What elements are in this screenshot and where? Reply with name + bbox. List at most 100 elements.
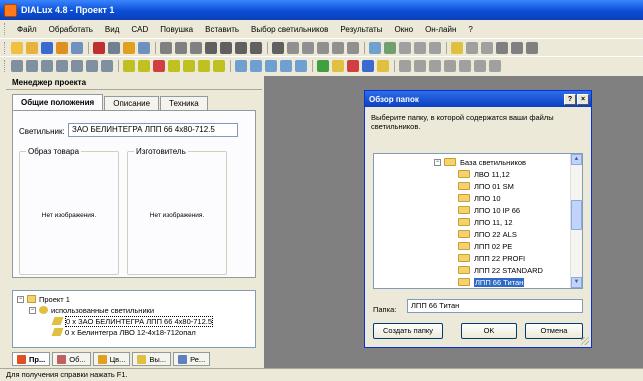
menu-pick[interactable]: Повушка (154, 25, 199, 34)
tb1-button-icon[interactable] (384, 41, 396, 54)
tb2-button-icon[interactable] (295, 59, 307, 72)
tb2-button-icon[interactable] (11, 59, 23, 72)
tb2-button-icon[interactable] (474, 59, 486, 72)
btab-colors[interactable]: Цв... (92, 352, 131, 366)
tb1-button-icon[interactable] (347, 41, 359, 54)
tb1-button-icon[interactable] (429, 41, 441, 54)
tb1-button-icon[interactable] (496, 41, 508, 54)
scroll-thumb[interactable] (571, 200, 582, 230)
new-folder-button[interactable]: Создать папку (373, 323, 443, 339)
folder-item[interactable]: ЛПП 22 STANDARD (458, 264, 543, 276)
tb1-button-icon[interactable] (56, 41, 68, 54)
tb2-button-icon[interactable] (489, 59, 501, 72)
tb2-button-icon[interactable] (459, 59, 471, 72)
tb1-button-icon[interactable] (93, 41, 105, 54)
resize-grip[interactable] (581, 337, 589, 345)
luminaire-field[interactable]: ЗАО БЕЛИНТЕГРА ЛПП 66 4x80-712.5 (68, 123, 238, 137)
folder-tree[interactable]: − База светильников ЛВО 11,12 ЛПО 01 SM … (373, 153, 583, 289)
tb2-button-icon[interactable] (414, 59, 426, 72)
tb2-button-icon[interactable] (444, 59, 456, 72)
menu-online[interactable]: Он-лайн (419, 25, 462, 34)
menu-file[interactable]: Файл (11, 25, 43, 34)
tb2-button-icon[interactable] (250, 59, 262, 72)
tb1-button-icon[interactable] (302, 41, 314, 54)
menu-results[interactable]: Результаты (334, 25, 388, 34)
tb1-button-icon[interactable] (526, 41, 538, 54)
folder-item[interactable]: ЛПО 11, 12 (458, 216, 513, 228)
tb2-button-icon[interactable] (198, 59, 210, 72)
tree-expander[interactable]: − (17, 295, 24, 303)
tb1-button-icon[interactable] (175, 41, 187, 54)
project-tree[interactable]: − Проект 1 − использованные светильники … (12, 290, 256, 348)
tb2-button-icon[interactable] (41, 59, 53, 72)
tb2-button-icon[interactable] (317, 59, 329, 72)
tb1-button-icon[interactable] (41, 41, 53, 54)
tb1-button-icon[interactable] (332, 41, 344, 54)
tb1-button-icon[interactable] (466, 41, 478, 54)
tb1-button-icon[interactable] (220, 41, 232, 54)
btab-results[interactable]: Ре... (173, 352, 211, 366)
menu-view[interactable]: Вид (99, 25, 125, 34)
tb1-button-icon[interactable] (399, 41, 411, 54)
tb1-button-icon[interactable] (138, 41, 150, 54)
tree-item-project[interactable]: − Проект 1 (17, 294, 70, 304)
tb2-button-icon[interactable] (168, 59, 180, 72)
tb1-button-icon[interactable] (108, 41, 120, 54)
btab-luminaire-selection[interactable]: Вы... (132, 352, 172, 366)
tb2-button-icon[interactable] (347, 59, 359, 72)
folder-tree-scrollbar[interactable]: ▲ ▼ (570, 154, 582, 288)
menu-luminaire-selection[interactable]: Выбор светильников (245, 25, 334, 34)
tree-item-luminaire-1[interactable]: 0 x ЗАО БЕЛИНТЕГРА ЛПП 66 4x80-712.5 (51, 315, 214, 327)
tb2-button-icon[interactable] (123, 59, 135, 72)
ok-button[interactable]: OK (461, 323, 517, 339)
tb2-button-icon[interactable] (362, 59, 374, 72)
menu-insert[interactable]: Вставить (199, 25, 245, 34)
tb1-button-icon[interactable] (287, 41, 299, 54)
tb1-button-icon[interactable] (369, 41, 381, 54)
tb2-button-icon[interactable] (332, 59, 344, 72)
menu-help[interactable]: ? (462, 25, 478, 34)
menu-edit[interactable]: Обработать (43, 25, 99, 34)
tb2-button-icon[interactable] (153, 59, 165, 72)
tb2-button-icon[interactable] (429, 59, 441, 72)
tb1-button-icon[interactable] (317, 41, 329, 54)
scroll-down-arrow[interactable]: ▼ (571, 277, 582, 288)
window-titlebar[interactable]: DIALux 4.8 - Проект 1 (0, 0, 643, 20)
tb1-button-icon[interactable] (190, 41, 202, 54)
tree-expander[interactable]: − (29, 306, 36, 314)
close-button[interactable]: × (577, 93, 589, 105)
tree-expander[interactable]: − (434, 158, 441, 166)
tb1-button-icon[interactable] (250, 41, 262, 54)
tb1-button-icon[interactable] (11, 41, 23, 54)
tb2-button-icon[interactable] (71, 59, 83, 72)
tb2-button-icon[interactable] (280, 59, 292, 72)
tb2-button-icon[interactable] (86, 59, 98, 72)
tb2-button-icon[interactable] (138, 59, 150, 72)
tab-general[interactable]: Общие положения (12, 94, 104, 110)
tree-item-used-luminaires[interactable]: − использованные светильники (29, 305, 154, 315)
dialog-titlebar[interactable]: Обзор папок ? × (365, 91, 591, 107)
tb2-button-icon[interactable] (56, 59, 68, 72)
folder-item[interactable]: ЛВО 11,12 (458, 168, 510, 180)
tb2-button-icon[interactable] (399, 59, 411, 72)
tb2-button-icon[interactable] (101, 59, 113, 72)
btab-project[interactable]: Пр... (12, 352, 51, 366)
folder-name-field[interactable]: ЛПП 66 Титан (407, 299, 583, 313)
tb1-button-icon[interactable] (235, 41, 247, 54)
folder-item-selected[interactable]: ЛПП 66 Титан (458, 276, 525, 288)
tb1-button-icon[interactable] (123, 41, 135, 54)
tb1-button-icon[interactable] (511, 41, 523, 54)
menu-window[interactable]: Окно (388, 25, 419, 34)
folder-item[interactable]: ЛПО 22 ALS (458, 228, 517, 240)
tb1-button-icon[interactable] (481, 41, 493, 54)
tb1-button-icon[interactable] (205, 41, 217, 54)
tab-description[interactable]: Описание (104, 96, 160, 110)
tb1-button-icon[interactable] (414, 41, 426, 54)
tab-technical[interactable]: Техника (160, 96, 208, 110)
cancel-button[interactable]: Отмена (525, 323, 583, 339)
folder-item-root[interactable]: − База светильников (434, 156, 526, 168)
btab-objects[interactable]: Об... (52, 352, 91, 366)
tb1-button-icon[interactable] (272, 41, 284, 54)
help-button[interactable]: ? (564, 93, 576, 105)
tb2-button-icon[interactable] (213, 59, 225, 72)
